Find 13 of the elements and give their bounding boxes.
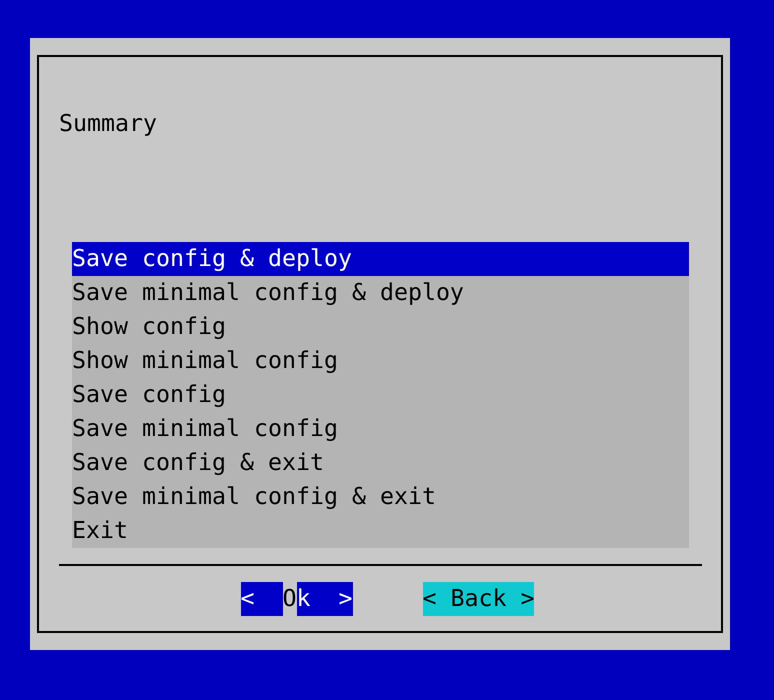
dialog-button[interactable]: < Ok > [240,582,352,616]
menu-item[interactable]: Show config [72,310,689,344]
text-cursor: O [282,582,296,616]
menu-item[interactable]: Save config & exit [72,446,689,480]
menu-item[interactable]: Save minimal config & exit [72,480,689,514]
dialog-prompt: Summary [59,109,157,139]
menu-item[interactable]: Exit [72,514,689,548]
menu-item[interactable]: Save minimal config & deploy [72,276,689,310]
menu-item[interactable]: Save minimal config [72,412,689,446]
dialog-button[interactable]: < Back > [422,582,534,616]
menu-item[interactable]: Save config [72,378,689,412]
menu-item[interactable]: Show minimal config [72,344,689,378]
menu-item[interactable]: Save config & deploy [72,242,689,276]
